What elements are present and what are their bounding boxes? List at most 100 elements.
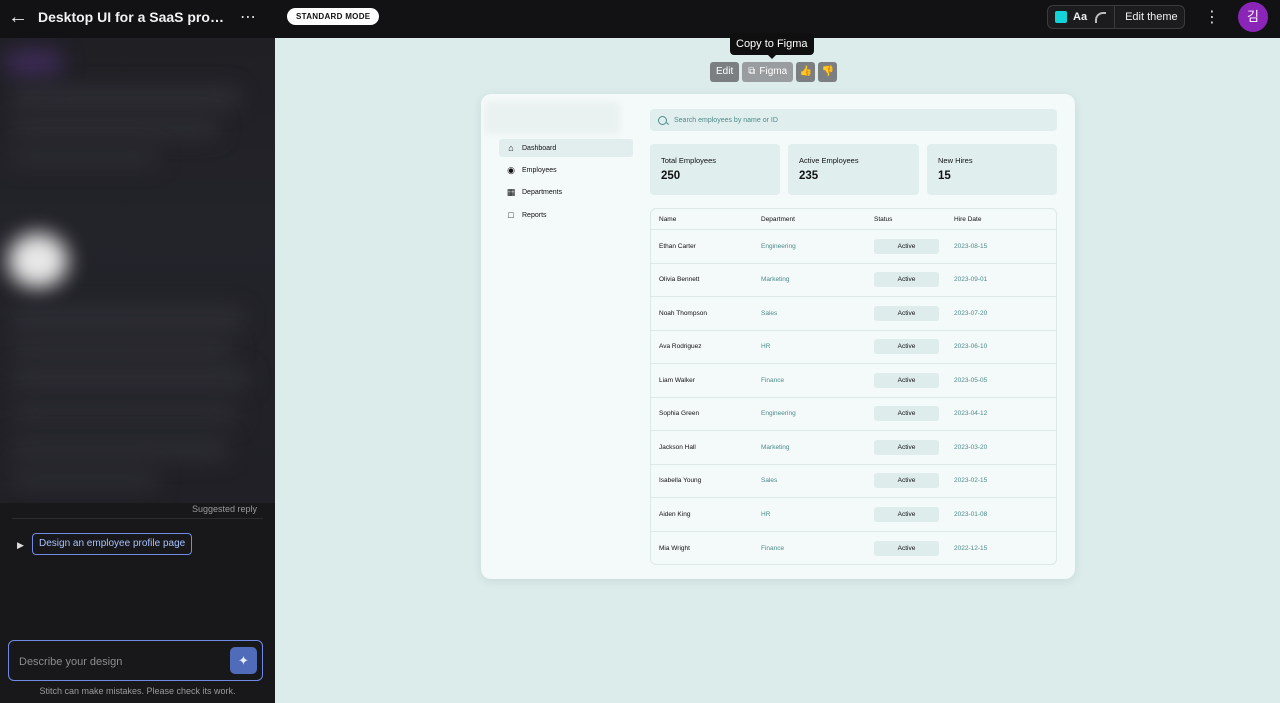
status-badge: Active bbox=[874, 540, 939, 556]
mode-badge[interactable]: STANDARD MODE bbox=[287, 8, 380, 25]
table-row[interactable]: Liam Walker Finance Active 2023-05-05 bbox=[651, 364, 1056, 398]
status-badge: Active bbox=[874, 506, 939, 522]
table-row[interactable]: Olivia Bennett Marketing Active 2023-09-01 bbox=[651, 264, 1056, 297]
back-arrow-icon[interactable]: ← bbox=[8, 7, 28, 27]
status-cell: Active bbox=[874, 439, 954, 455]
employees-table: Name Department Status Hire Date Ethan C… bbox=[650, 208, 1057, 565]
more-horizontal-icon[interactable]: ⋯ bbox=[240, 7, 257, 27]
status-cell: Active bbox=[874, 272, 954, 288]
sidebar-item-reports[interactable]: □ Reports bbox=[499, 206, 633, 224]
employee-department: Sales bbox=[761, 477, 778, 485]
edit-button[interactable]: Edit bbox=[710, 62, 740, 82]
thumbs-up-icon[interactable]: 👍 bbox=[796, 62, 816, 82]
edit-label: Edit bbox=[716, 66, 734, 77]
screen-toolbar: Edit ⧉ Figma 👍 👎 bbox=[710, 62, 838, 82]
sidebar-nav: ⌂ Dashboard ◉ Employees ▦ Departments □ … bbox=[499, 139, 633, 229]
blurred-content bbox=[10, 368, 250, 390]
search-input[interactable]: Search employees by name or ID bbox=[650, 109, 1057, 131]
tooltip-arrow bbox=[768, 55, 776, 59]
status-cell: Active bbox=[874, 238, 954, 254]
employee-name: Olivia Bennett bbox=[659, 276, 700, 284]
stats-row: Total Employees 250 Active Employees 235… bbox=[650, 144, 1057, 195]
status-badge: Active bbox=[874, 406, 939, 422]
status-cell: Active bbox=[874, 473, 954, 489]
sidebar-item-departments[interactable]: ▦ Departments bbox=[499, 184, 633, 202]
table-row[interactable]: Isabella Young Sales Active 2023-02-15 bbox=[651, 465, 1056, 498]
column-header[interactable]: Department bbox=[761, 216, 874, 223]
employee-name: Noah Thompson bbox=[659, 309, 707, 317]
sidebar-item-label: Reports bbox=[522, 211, 547, 219]
status-badge: Active bbox=[874, 439, 939, 455]
stat-value: 250 bbox=[661, 170, 681, 182]
status-cell: Active bbox=[874, 406, 954, 422]
thumbs-down-icon[interactable]: 👎 bbox=[818, 62, 838, 82]
prompt-input[interactable]: Describe your design ✦ bbox=[8, 640, 263, 681]
hire-date: 2023-07-20 bbox=[954, 309, 988, 317]
hire-date: 2023-08-15 bbox=[954, 242, 988, 250]
font-icon[interactable]: Aa bbox=[1073, 11, 1087, 23]
sidebar-item-dashboard[interactable]: ⌂ Dashboard bbox=[499, 139, 633, 157]
table-row[interactable]: Noah Thompson Sales Active 2023-07-20 bbox=[651, 297, 1056, 331]
blurred-logo bbox=[485, 102, 620, 134]
column-header[interactable]: Hire Date bbox=[954, 216, 1054, 223]
employee-department: HR bbox=[761, 510, 771, 518]
employee-department: HR bbox=[761, 343, 771, 351]
corner-radius-icon[interactable] bbox=[1095, 11, 1107, 23]
hire-date: 2023-03-20 bbox=[954, 443, 988, 451]
suggested-reply-chip[interactable]: Design an employee profile page bbox=[32, 533, 193, 555]
hire-date: 2023-05-05 bbox=[954, 376, 988, 384]
tooltip: Copy to Figma bbox=[730, 33, 814, 55]
more-vertical-icon[interactable]: ⋮ bbox=[1204, 7, 1220, 27]
stat-value: 235 bbox=[799, 170, 819, 182]
sidebar-item-employees[interactable]: ◉ Employees bbox=[499, 161, 633, 179]
figma-button[interactable]: ⧉ Figma bbox=[742, 62, 794, 82]
table-row[interactable]: Jackson Hall Marketing Active 2023-03-20 bbox=[651, 431, 1056, 465]
search-icon bbox=[658, 115, 667, 125]
table-row[interactable]: Ethan Carter Engineering Active 2023-08-15 bbox=[651, 230, 1056, 264]
blurred-content bbox=[10, 148, 160, 166]
home-icon: ⌂ bbox=[508, 143, 514, 153]
copy-icon: ⧉ bbox=[748, 66, 756, 77]
search-placeholder: Search employees by name or ID bbox=[674, 116, 778, 124]
column-header[interactable]: Status bbox=[874, 216, 954, 223]
column-header[interactable]: Name bbox=[651, 216, 761, 223]
table-row[interactable]: Aiden King HR Active 2023-01-08 bbox=[651, 498, 1056, 532]
theme-controls[interactable]: Aa Edit theme bbox=[1047, 5, 1185, 29]
figma-label: Figma bbox=[759, 66, 788, 77]
hire-date: 2023-09-01 bbox=[954, 276, 988, 284]
employee-name: Sophia Green bbox=[659, 410, 700, 418]
stat-label: Active Employees bbox=[799, 156, 859, 165]
magic-wand-icon[interactable]: ✦ bbox=[230, 647, 257, 674]
table-row[interactable]: Sophia Green Engineering Active 2023-04-12 bbox=[651, 398, 1056, 431]
disclaimer-text: Stitch can make mistakes. Please check i… bbox=[39, 686, 236, 696]
stat-label: Total Employees bbox=[661, 156, 717, 165]
hire-date: 2023-04-12 bbox=[954, 410, 988, 418]
divider bbox=[1114, 5, 1116, 29]
employee-name: Ethan Carter bbox=[659, 242, 696, 250]
table-row[interactable]: Ava Rodriguez HR Active 2023-06-10 bbox=[651, 331, 1056, 364]
stat-card: New Hires 15 bbox=[927, 144, 1057, 195]
hire-date: 2023-06-10 bbox=[954, 343, 988, 351]
accent-color-swatch[interactable] bbox=[1055, 11, 1067, 23]
status-badge: Active bbox=[874, 305, 939, 321]
blurred-content bbox=[10, 438, 230, 460]
stat-label: New Hires bbox=[938, 156, 973, 165]
edit-theme-button[interactable]: Edit theme bbox=[1125, 11, 1178, 23]
caret-right-icon[interactable]: ▶ bbox=[17, 540, 24, 551]
employee-department: Finance bbox=[761, 544, 785, 552]
blurred-content bbox=[8, 233, 68, 288]
status-badge: Active bbox=[874, 339, 939, 355]
suggested-reply-label: Suggested reply bbox=[191, 504, 257, 514]
status-cell: Active bbox=[874, 339, 954, 355]
status-badge: Active bbox=[874, 473, 939, 489]
table-row[interactable]: Mia Wright Finance Active 2022-12-15 bbox=[651, 532, 1056, 565]
avatar[interactable]: 김 bbox=[1238, 2, 1268, 32]
status-cell: Active bbox=[874, 372, 954, 388]
sidebar-item-label: Employees bbox=[522, 166, 557, 174]
employee-department: Finance bbox=[761, 376, 785, 384]
blurred-content bbox=[10, 118, 220, 138]
generated-screen-preview: ⌂ Dashboard ◉ Employees ▦ Departments □ … bbox=[481, 94, 1075, 579]
blurred-content bbox=[4, 48, 64, 78]
status-cell: Active bbox=[874, 506, 954, 522]
building-icon: ▦ bbox=[506, 187, 516, 198]
